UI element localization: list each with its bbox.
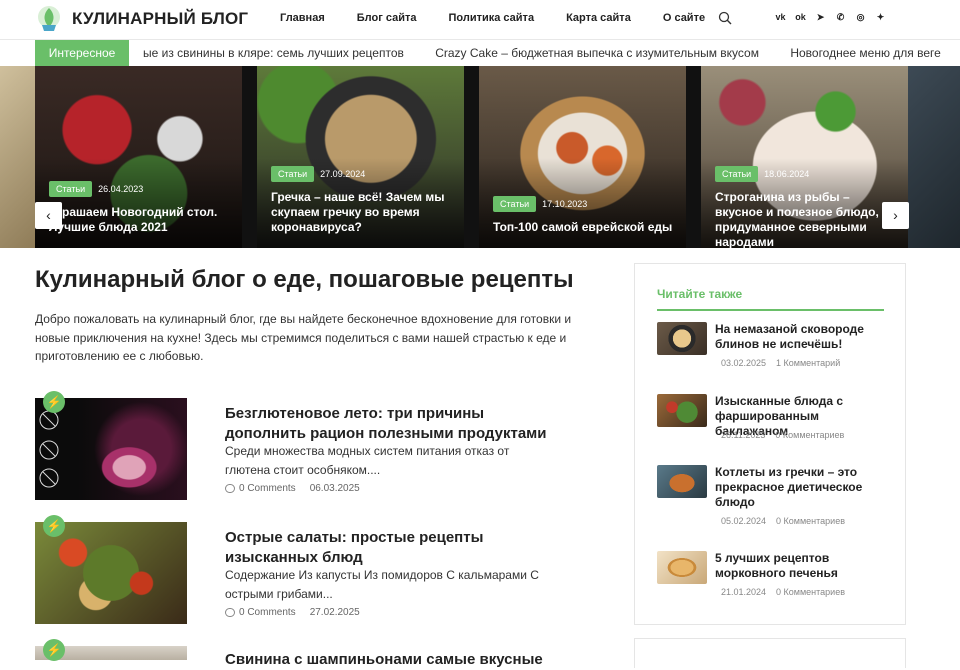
- slide-title[interactable]: Гречка – наше всё! Зачем мы скупаем греч…: [271, 190, 452, 235]
- viber-icon[interactable]: ✆: [835, 12, 846, 23]
- sidebar-post-date: 26.11.2023: [721, 430, 766, 440]
- sidebar-post-comments[interactable]: 0 Комментариев: [775, 430, 844, 440]
- post-meta: 0 Comments 27.02.2025: [225, 607, 360, 618]
- post-title[interactable]: Острые салаты: простые рецепты изысканны…: [225, 528, 565, 568]
- slider-prev-button[interactable]: ‹: [35, 202, 62, 229]
- ticker-item[interactable]: ые из свинины в кляре: семь лучших рецеп…: [143, 46, 404, 60]
- comment-icon: [225, 484, 235, 493]
- ticker-items: ые из свинины в кляре: семь лучших рецеп…: [143, 40, 960, 66]
- sidebar-heading: Читайте также: [657, 287, 743, 301]
- post-date: 06.03.2025: [309, 483, 360, 494]
- whatsapp-icon[interactable]: ◎: [855, 12, 866, 23]
- sidebar-post-title[interactable]: 5 лучших рецептов морковного печенья: [715, 551, 887, 581]
- slide-partial-left: [0, 66, 35, 248]
- social-links: vk ok ➤ ✆ ◎ ✦: [775, 12, 895, 23]
- post-meta: 0 Comments 06.03.2025: [225, 483, 360, 494]
- page-title: Кулинарный блог о еде, пошаговые рецепты: [35, 266, 574, 293]
- category-tag[interactable]: Статьи: [715, 166, 759, 182]
- category-tag[interactable]: Статьи: [271, 166, 315, 182]
- lightning-icon: ⚡: [43, 639, 65, 661]
- slide-card[interactable]: Статьи 18.06.2024 Строганина из рыбы – вк…: [701, 66, 908, 248]
- sidebar-post-meta: 21.01.2024 0 Комментариев: [721, 587, 845, 597]
- sidebar-post-date: 21.01.2024: [721, 587, 767, 597]
- slide-title[interactable]: Украшаем Новогодний стол. Лучшие блюда 2…: [49, 205, 230, 235]
- sidebar-thumbnail[interactable]: [657, 551, 707, 584]
- post-title[interactable]: Свинина с шампиньонами самые вкусные: [225, 650, 565, 670]
- slide-title[interactable]: Строганина из рыбы – вкусное и полезное …: [715, 190, 896, 248]
- slide-card[interactable]: Статьи 17.10.2023 Топ-100 самой еврейской…: [479, 66, 686, 248]
- slide-date: 17.10.2023: [542, 199, 588, 209]
- sidebar-post-meta: 26.11.2023 0 Комментариев: [721, 430, 844, 440]
- sidebar-post-meta: 03.02.2025 1 Комментарий: [721, 358, 840, 368]
- ticker-item[interactable]: Crazy Cake – бюджетная выпечка с изумите…: [435, 46, 759, 60]
- lightning-icon: ⚡: [43, 515, 65, 537]
- slide-partial-right: [908, 66, 960, 248]
- slide-card[interactable]: Статьи 26.04.2023 Украшаем Новогодний сто…: [35, 66, 242, 248]
- sidebar-thumbnail[interactable]: [657, 465, 707, 498]
- slide-date: 27.09.2024: [320, 169, 366, 179]
- yandex-zen-icon[interactable]: ✦: [875, 12, 886, 23]
- search-icon[interactable]: [718, 11, 732, 25]
- sidebar-thumbnail[interactable]: [657, 394, 707, 427]
- telegram-icon[interactable]: ➤: [815, 12, 826, 23]
- vk-icon[interactable]: vk: [775, 12, 786, 23]
- sidebar-post-title[interactable]: На немазаной сковороде блинов не испечёш…: [715, 322, 887, 352]
- logo-icon[interactable]: [36, 5, 62, 33]
- sidebar-post-date: 03.02.2025: [721, 358, 767, 368]
- post-card: ⚡ Свинина с шампиньонами самые вкусные: [35, 639, 605, 668]
- nav-policy[interactable]: Политика сайта: [449, 12, 535, 24]
- category-tag[interactable]: Статьи: [493, 196, 537, 212]
- post-date: 27.02.2025: [309, 607, 360, 618]
- sidebar-post-comments[interactable]: 1 Комментарий: [776, 358, 840, 368]
- ticker-item[interactable]: Новогоднее меню для веге: [790, 46, 941, 60]
- sidebar-widget: Читайте также На немазаной сковороде бли…: [634, 263, 906, 625]
- post-card: ⚡ Безглютеновое лето: три причины дополн…: [35, 391, 605, 500]
- intro-text: Добро пожаловать на кулинарный блог, где…: [35, 312, 572, 363]
- nav-home[interactable]: Главная: [280, 12, 325, 24]
- slide-date: 26.04.2023: [98, 184, 144, 194]
- odnoklassniki-icon[interactable]: ok: [795, 12, 806, 23]
- chevron-left-icon: ‹: [46, 207, 51, 223]
- main-nav: Главная Блог сайта Политика сайта Карта …: [280, 12, 705, 24]
- sidebar-thumbnail[interactable]: [657, 322, 707, 355]
- sidebar-post-title[interactable]: Котлеты из гречки – это прекрасное диети…: [715, 465, 887, 510]
- post-comments[interactable]: 0 Comments: [239, 607, 296, 618]
- post-card: ⚡ Острые салаты: простые рецепты изыскан…: [35, 515, 605, 624]
- post-excerpt: Среди множества модных систем питания от…: [225, 444, 510, 477]
- chevron-right-icon: ›: [893, 207, 898, 223]
- slide-title[interactable]: Топ-100 самой еврейской еды: [493, 220, 674, 235]
- nav-about[interactable]: О сайте: [663, 12, 705, 24]
- featured-slider: Статьи 26.04.2023 Украшаем Новогодний сто…: [0, 66, 960, 248]
- ticker-label: Интересное: [35, 40, 129, 66]
- post-image-icons: [39, 410, 59, 488]
- post-excerpt: Содержание Из капусты Из помидоров С кал…: [225, 568, 539, 601]
- sidebar-post-meta: 05.02.2024 0 Комментариев: [721, 516, 845, 526]
- nav-blog[interactable]: Блог сайта: [357, 12, 417, 24]
- sidebar-post-comments[interactable]: 0 Комментариев: [776, 587, 845, 597]
- post-thumbnail[interactable]: [35, 522, 187, 624]
- sidebar-post-date: 05.02.2024: [721, 516, 767, 526]
- slide-card[interactable]: Статьи 27.09.2024 Гречка – наше всё! Заче…: [257, 66, 464, 248]
- sidebar-widget-next: [634, 638, 906, 668]
- sidebar-post-comments[interactable]: 0 Комментариев: [776, 516, 845, 526]
- news-ticker: Интересное ые из свинины в кляре: семь л…: [0, 40, 960, 66]
- post-comments[interactable]: 0 Comments: [239, 483, 296, 494]
- slider-next-button[interactable]: ›: [882, 202, 909, 229]
- nav-sitemap[interactable]: Карта сайта: [566, 12, 631, 24]
- site-title[interactable]: КУЛИНАРНЫЙ БЛОГ: [72, 9, 248, 29]
- divider: [657, 309, 884, 311]
- post-title[interactable]: Безглютеновое лето: три причины дополнит…: [225, 404, 565, 444]
- category-tag[interactable]: Статьи: [49, 181, 93, 197]
- post-thumbnail[interactable]: [35, 398, 187, 500]
- slide-date: 18.06.2024: [764, 169, 810, 179]
- comment-icon: [225, 608, 235, 617]
- site-header: КУЛИНАРНЫЙ БЛОГ Главная Блог сайта Полит…: [0, 0, 960, 40]
- lightning-icon: ⚡: [43, 391, 65, 413]
